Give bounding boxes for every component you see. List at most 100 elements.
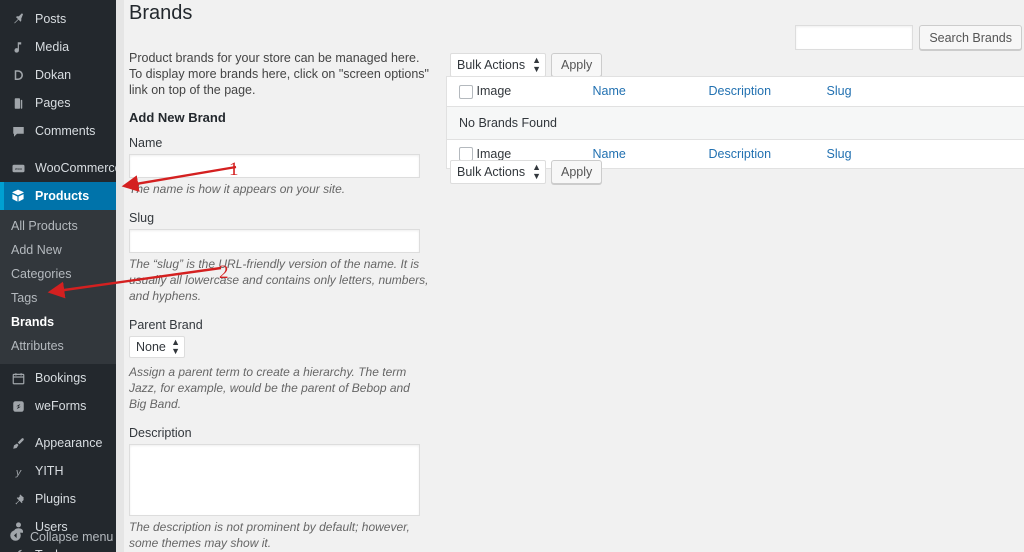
- sidebar-item-appearance[interactable]: Appearance: [0, 429, 116, 457]
- column-footer-name[interactable]: Name: [592, 138, 709, 169]
- sidebar-item-posts[interactable]: Posts: [0, 5, 116, 33]
- svg-text:y: y: [14, 466, 21, 478]
- media-icon: [8, 37, 28, 57]
- sidebar-item-label: weForms: [35, 398, 87, 413]
- table-row-empty: No Brands Found: [446, 106, 1024, 140]
- column-header-description[interactable]: Description: [708, 76, 827, 107]
- bulk-actions-bottom: Bulk Actions ▲ ▼ Apply: [450, 160, 603, 184]
- collapse-menu-label: Collapse menu: [30, 530, 114, 544]
- bulk-actions-top: Bulk Actions ▲ ▼ Apply: [450, 53, 603, 77]
- select-all-header: [446, 76, 477, 107]
- parent-brand-label: Parent Brand: [129, 318, 203, 332]
- table-header-row: Image Name Description Slug Count: [446, 76, 1024, 107]
- apply-top-button[interactable]: Apply: [551, 53, 603, 77]
- search-input[interactable]: [795, 25, 914, 50]
- admin-sidebar: Posts Media Dokan Pages Comments woo Woo…: [0, 0, 116, 552]
- calendar-icon: [8, 368, 28, 388]
- add-new-brand-form: Product brands for your store can be man…: [129, 50, 429, 552]
- main-content: Brands Product brands for your store can…: [124, 0, 1024, 552]
- page-title: Brands: [129, 2, 193, 24]
- bulk-actions-bottom-wrap: Bulk Actions ▲ ▼: [450, 160, 546, 184]
- dokan-icon: [8, 65, 28, 85]
- brands-table-head: Image Name Description Slug Count: [446, 76, 1024, 107]
- bulk-actions-top-wrap: Bulk Actions ▲ ▼: [450, 53, 546, 77]
- sidebar-item-label: Dokan: [35, 67, 72, 82]
- collapse-arrow-icon: [8, 528, 23, 546]
- intro-text: Product brands for your store can be man…: [129, 51, 429, 97]
- weforms-icon: [8, 396, 28, 416]
- submenu-item-add-new[interactable]: Add New: [0, 238, 116, 262]
- select-all-checkbox[interactable]: [459, 84, 473, 99]
- search-brands-button[interactable]: Search Brands: [919, 25, 1022, 50]
- name-label: Name: [129, 136, 163, 150]
- column-header-count[interactable]: Count: [946, 76, 1024, 107]
- sidebar-item-woocommerce[interactable]: woo WooCommerce: [0, 154, 116, 182]
- svg-text:woo: woo: [15, 167, 22, 171]
- sidebar-item-products[interactable]: Products: [0, 182, 116, 210]
- products-submenu: All Products Add New Categories Tags Bra…: [0, 210, 116, 364]
- brush-icon: [8, 433, 28, 453]
- brands-table: Image Name Description Slug Count No Bra…: [446, 76, 1024, 170]
- bulk-actions-top-select[interactable]: Bulk Actions: [450, 53, 546, 77]
- section-heading: Add New Brand: [129, 110, 226, 125]
- description-hint: The description is not prominent by defa…: [129, 520, 410, 550]
- slug-description: The “slug” is the URL-friendly version o…: [129, 257, 429, 303]
- column-header-slug[interactable]: Slug: [826, 76, 947, 107]
- submenu-item-all-products[interactable]: All Products: [0, 214, 116, 238]
- brands-table-body: No Brands Found: [446, 106, 1024, 140]
- sidebar-item-bookings[interactable]: Bookings: [0, 364, 116, 392]
- sidebar-item-label: Media: [35, 39, 70, 54]
- sidebar-item-label: YITH: [35, 463, 64, 478]
- sidebar-item-weforms[interactable]: weForms: [0, 392, 116, 420]
- sidebar-separator-2: [0, 420, 116, 429]
- sidebar-edge-strip: [116, 0, 124, 552]
- sidebar-item-pages[interactable]: Pages: [0, 89, 116, 117]
- column-footer-slug[interactable]: Slug: [826, 138, 947, 169]
- sidebar-item-yith[interactable]: y YITH: [0, 457, 116, 485]
- bulk-actions-bottom-select[interactable]: Bulk Actions: [450, 160, 546, 184]
- sidebar-item-label: Appearance: [35, 435, 103, 450]
- submenu-item-categories[interactable]: Categories: [0, 262, 116, 286]
- pin-icon: [8, 9, 28, 29]
- wordpress-admin-screen: Posts Media Dokan Pages Comments woo Woo…: [0, 0, 1024, 552]
- sidebar-item-comments[interactable]: Comments: [0, 117, 116, 145]
- sidebar-item-media[interactable]: Media: [0, 33, 116, 61]
- sidebar-item-dokan[interactable]: Dokan: [0, 61, 116, 89]
- sidebar-item-plugins[interactable]: Plugins: [0, 485, 116, 513]
- description-textarea[interactable]: [129, 444, 420, 516]
- column-footer-description[interactable]: Description: [708, 138, 827, 169]
- sidebar-item-label: WooCommerce: [35, 160, 116, 175]
- search-row: Search Brands: [795, 25, 1022, 50]
- name-input[interactable]: [129, 154, 420, 178]
- yith-icon: y: [8, 461, 28, 481]
- column-footer-count[interactable]: Count: [946, 138, 1024, 169]
- sidebar-item-label: Plugins: [35, 491, 76, 506]
- woocommerce-icon: woo: [8, 158, 28, 178]
- sidebar-item-label: Products: [35, 188, 90, 203]
- column-header-image: Image: [476, 76, 593, 107]
- submenu-item-brands[interactable]: Brands: [0, 310, 116, 334]
- annotation-number-1: 1: [229, 159, 239, 180]
- annotation-number-2: 2: [219, 262, 229, 283]
- sidebar-item-label: Comments: [35, 123, 96, 138]
- parent-brand-select[interactable]: None: [129, 336, 185, 358]
- plug-icon: [8, 489, 28, 509]
- name-description: The name is how it appears on your site.: [129, 182, 346, 196]
- submenu-item-attributes[interactable]: Attributes: [0, 334, 116, 358]
- sidebar-item-label: Bookings: [35, 370, 87, 385]
- description-label: Description: [129, 426, 192, 440]
- slug-label: Slug: [129, 211, 155, 225]
- sidebar-item-label: Pages: [35, 95, 71, 110]
- sidebar-item-label: Posts: [35, 11, 67, 26]
- sidebar-separator-1: [0, 145, 116, 154]
- products-box-icon: [8, 186, 28, 206]
- no-brands-found-message: No Brands Found: [446, 106, 1024, 140]
- apply-bottom-button[interactable]: Apply: [551, 160, 603, 184]
- parent-brand-description: Assign a parent term to create a hierarc…: [129, 365, 410, 411]
- submenu-item-tags[interactable]: Tags: [0, 286, 116, 310]
- column-header-name[interactable]: Name: [592, 76, 709, 107]
- collapse-menu-button[interactable]: Collapse menu: [0, 522, 116, 552]
- pages-icon: [8, 93, 28, 113]
- slug-input[interactable]: [129, 229, 420, 253]
- parent-brand-select-wrap: None ▲ ▼: [129, 336, 185, 358]
